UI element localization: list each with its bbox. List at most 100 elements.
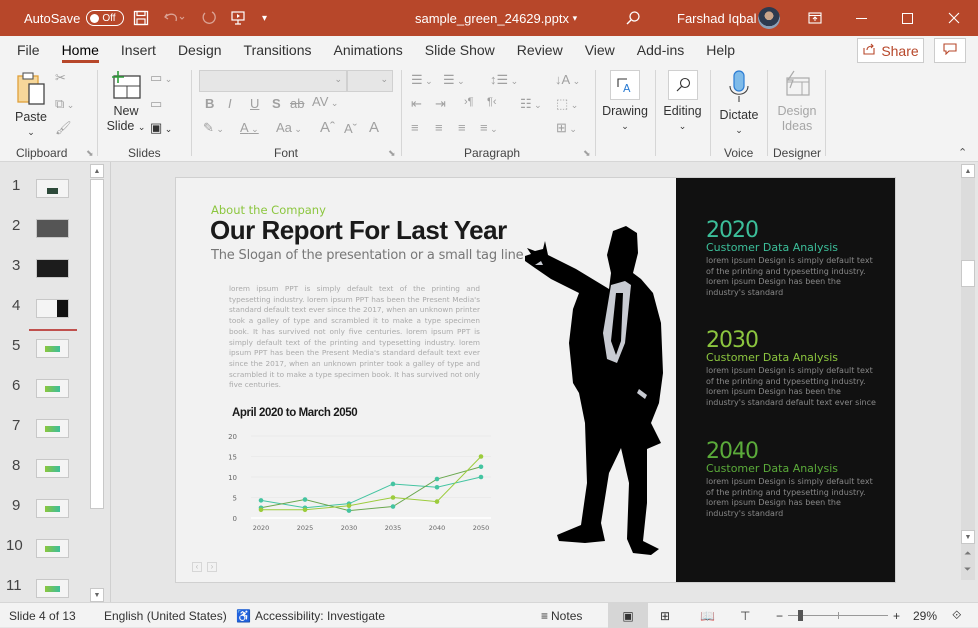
close-icon[interactable] bbox=[948, 0, 960, 36]
tab-home[interactable]: Home bbox=[51, 36, 110, 64]
paragraph-launcher-icon[interactable]: ⬊ bbox=[583, 148, 591, 159]
ltr-icon[interactable]: ›¶ bbox=[464, 96, 474, 108]
search-icon[interactable] bbox=[625, 0, 641, 36]
slide-thumbnail-1[interactable]: 1 bbox=[0, 177, 90, 217]
bullets-icon[interactable]: ☰ ⌄ bbox=[411, 72, 433, 88]
share-button[interactable]: Share bbox=[857, 38, 924, 63]
language-indicator[interactable]: English (United States) bbox=[104, 603, 227, 628]
drawing-button[interactable]: A Drawing ⌄ bbox=[601, 70, 649, 134]
save-icon[interactable] bbox=[133, 0, 149, 36]
editor-scrollbar-thumb[interactable] bbox=[961, 260, 975, 287]
change-case-icon[interactable]: Aa ⌄ bbox=[276, 120, 302, 135]
maximize-icon[interactable] bbox=[902, 0, 913, 36]
slide-thumbnail-3[interactable]: 3 bbox=[0, 257, 90, 297]
strikethrough-icon[interactable]: ab bbox=[290, 96, 304, 111]
collapse-ribbon-icon[interactable]: ⌃ bbox=[958, 146, 967, 159]
increase-indent-icon[interactable]: ⇥ bbox=[435, 96, 446, 112]
design-ideas-button[interactable]: Design Ideas bbox=[773, 70, 821, 134]
align-left-icon[interactable]: ≡ bbox=[411, 120, 419, 135]
text-direction-icon[interactable]: ↓A ⌄ bbox=[555, 72, 580, 87]
columns-icon[interactable]: ☷ ⌄ bbox=[520, 96, 542, 112]
line-spacing-icon[interactable]: ↕☰ ⌄ bbox=[490, 72, 518, 88]
grow-font-icon[interactable]: Aˆ bbox=[320, 119, 335, 136]
tab-file[interactable]: File bbox=[6, 36, 51, 64]
fit-to-window-icon[interactable]: ⟐ bbox=[952, 603, 961, 628]
decrease-indent-icon[interactable]: ⇤ bbox=[411, 96, 422, 112]
numbering-icon[interactable]: ☰ ⌄ bbox=[443, 72, 465, 88]
present-icon[interactable] bbox=[230, 0, 246, 36]
comments-button[interactable] bbox=[934, 38, 966, 63]
user-name[interactable]: Farshad Iqbal bbox=[677, 0, 757, 36]
ribbon-display-icon[interactable] bbox=[808, 0, 822, 36]
scroll-down-icon[interactable]: ▼ bbox=[90, 588, 104, 602]
format-painter-icon[interactable]: 🖌 bbox=[55, 120, 72, 136]
italic-icon[interactable]: I bbox=[228, 96, 232, 111]
zoom-level[interactable]: 29% bbox=[913, 603, 937, 628]
avatar[interactable] bbox=[758, 0, 780, 36]
slide-thumbnail-9[interactable]: 9 bbox=[0, 497, 90, 537]
redo-icon[interactable] bbox=[200, 0, 218, 36]
document-title[interactable]: sample_green_24629.pptx ▾ bbox=[415, 0, 577, 36]
tab-help[interactable]: Help bbox=[695, 36, 746, 64]
tab-slide-show[interactable]: Slide Show bbox=[414, 36, 506, 64]
layout-icon[interactable]: ▭ ⌄ bbox=[150, 70, 172, 86]
slide-thumbnail-8[interactable]: 8 bbox=[0, 457, 90, 497]
bold-icon[interactable]: B bbox=[205, 96, 214, 111]
editor-scrollbar[interactable]: ▲ ▼ ⏶ ⏷ bbox=[961, 164, 975, 580]
shadow-icon[interactable]: S bbox=[272, 96, 281, 111]
slide-sorter-button[interactable]: ⊞ bbox=[660, 603, 670, 628]
slide-canvas[interactable]: About the Company Our Report For Last Ye… bbox=[175, 177, 896, 583]
smartart-icon[interactable]: ⊞ ⌄ bbox=[556, 120, 577, 136]
slide-thumbnail-4[interactable]: 4 bbox=[0, 297, 90, 337]
paste-button[interactable]: Paste ⌄ bbox=[12, 70, 50, 140]
cut-icon[interactable]: ✂ bbox=[55, 70, 66, 86]
autosave-control[interactable]: AutoSave Off bbox=[24, 0, 125, 36]
tab-animations[interactable]: Animations bbox=[322, 36, 413, 64]
copy-icon[interactable]: ⧉ ⌄ bbox=[55, 96, 74, 112]
tab-add-ins[interactable]: Add-ins bbox=[626, 36, 695, 64]
scrollbar-thumb[interactable] bbox=[90, 179, 104, 509]
tab-review[interactable]: Review bbox=[506, 36, 574, 64]
slide-thumbnail-7[interactable]: 7 bbox=[0, 417, 90, 457]
tab-design[interactable]: Design bbox=[167, 36, 233, 64]
previous-slide-icon[interactable]: ⏶ bbox=[964, 548, 971, 559]
align-text-icon[interactable]: ⬚ ⌄ bbox=[556, 96, 578, 112]
font-color-icon[interactable]: A ⌄ bbox=[240, 120, 259, 135]
shrink-font-icon[interactable]: Aˇ bbox=[344, 121, 357, 136]
next-slide-nav[interactable]: › bbox=[207, 562, 217, 572]
rtl-icon[interactable]: ¶‹ bbox=[487, 96, 497, 108]
zoom-in-button[interactable]: + bbox=[893, 603, 900, 628]
new-slide-button[interactable]: New Slide ⌄ bbox=[106, 70, 146, 135]
scroll-up-icon[interactable]: ▲ bbox=[90, 164, 104, 178]
slide-thumbnail-5[interactable]: 5 bbox=[0, 337, 90, 377]
normal-view-button[interactable]: ▣ bbox=[608, 603, 648, 628]
justify-icon[interactable]: ≡ ⌄ bbox=[480, 120, 498, 135]
slide-thumbnail-10[interactable]: 10 bbox=[0, 537, 90, 577]
align-right-icon[interactable]: ≡ bbox=[458, 120, 466, 135]
font-name-combo[interactable]: ⌄ bbox=[199, 70, 347, 92]
align-center-icon[interactable]: ≡ bbox=[435, 120, 443, 135]
zoom-slider[interactable] bbox=[788, 603, 888, 628]
prev-slide-nav[interactable]: ‹ bbox=[192, 562, 202, 572]
notes-button[interactable]: ≡ Notes bbox=[541, 603, 582, 628]
zoom-slider-thumb[interactable] bbox=[798, 610, 804, 621]
next-slide-icon[interactable]: ⏷ bbox=[964, 564, 971, 575]
clipboard-launcher-icon[interactable]: ⬊ bbox=[86, 148, 94, 159]
underline-icon[interactable]: U bbox=[250, 96, 259, 111]
tab-transitions[interactable]: Transitions bbox=[233, 36, 323, 64]
slide-show-button[interactable]: ⊤ bbox=[740, 603, 750, 628]
editor-scroll-down-icon[interactable]: ▼ bbox=[961, 530, 975, 544]
font-launcher-icon[interactable]: ⬊ bbox=[388, 148, 396, 159]
reading-view-button[interactable]: 📖 bbox=[700, 603, 715, 628]
font-size-combo[interactable]: ⌄ bbox=[347, 70, 393, 92]
autosave-toggle[interactable]: Off bbox=[86, 10, 125, 26]
accessibility-checker[interactable]: ♿ Accessibility: Investigate bbox=[236, 603, 385, 628]
thumbnail-scrollbar[interactable]: ▲ ▼ bbox=[90, 164, 104, 602]
reset-icon[interactable]: ▭ bbox=[150, 96, 162, 112]
slide-thumbnail-2[interactable]: 2 bbox=[0, 217, 90, 257]
undo-icon[interactable] bbox=[163, 0, 185, 36]
slide-thumbnail-6[interactable]: 6 bbox=[0, 377, 90, 417]
zoom-out-button[interactable]: − bbox=[776, 603, 783, 628]
section-icon[interactable]: ▣ ⌄ bbox=[150, 120, 172, 136]
customize-qat-icon[interactable]: ▾ bbox=[262, 0, 267, 36]
